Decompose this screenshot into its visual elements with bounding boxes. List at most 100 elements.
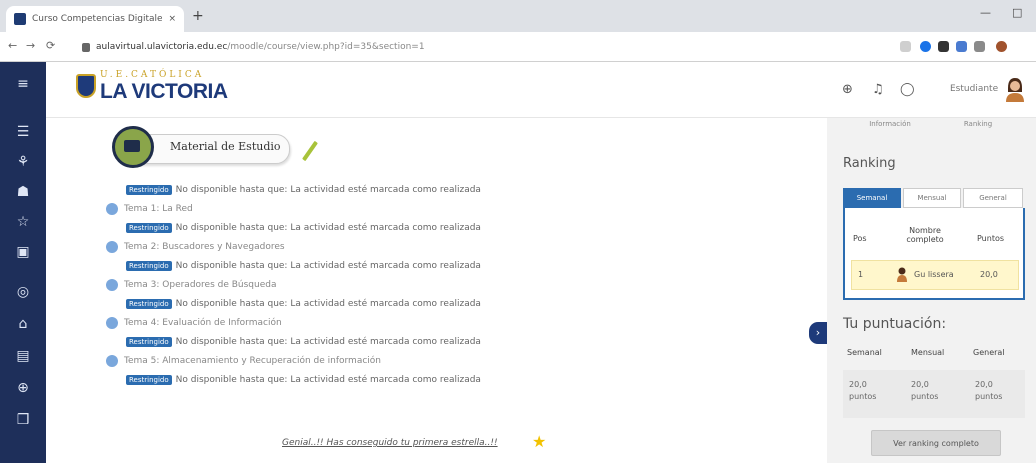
- score-general: 20,0 puntos: [975, 380, 1003, 401]
- restriction-notice: Restringido No disponible hasta que: La a…: [106, 218, 746, 237]
- activity-link[interactable]: Tema 4: Evaluación de Información: [124, 318, 282, 328]
- url-domain: aulavirtual.ulavictoria.edu.ec: [96, 42, 228, 52]
- maximize-icon[interactable]: □: [1012, 6, 1022, 19]
- grades-icon[interactable]: ⚘: [0, 154, 46, 170]
- col-pos: Pos: [853, 234, 867, 243]
- gauge-icon[interactable]: ◎: [0, 284, 46, 300]
- globe-icon[interactable]: ⊕: [842, 82, 853, 97]
- tab-mensual[interactable]: Mensual: [903, 188, 961, 208]
- score-monthly: 20,0 puntos: [911, 380, 939, 401]
- tab-semanal[interactable]: Semanal: [843, 188, 901, 208]
- activity-item[interactable]: Tema 3: Operadores de Búsqueda: [106, 275, 746, 294]
- star-icon: ★: [532, 432, 547, 451]
- page-icon: [106, 202, 118, 215]
- bell-icon[interactable]: ♫: [872, 82, 884, 97]
- pencil-icon: [302, 140, 318, 162]
- right-drawer: Información Ranking Ranking Semanal Mens…: [827, 118, 1036, 463]
- page-icon: [106, 354, 118, 367]
- ranking-mini-tab[interactable]: Ranking: [943, 120, 1013, 128]
- address-bar: ← → ⟳ aulavirtual.ulavictoria.edu.ec/moo…: [0, 32, 1036, 62]
- section-header: Material de Estudio: [112, 124, 322, 170]
- restriction-notice: Restringido No disponible hasta que: La a…: [106, 180, 746, 199]
- score-head-general: General: [973, 348, 1005, 357]
- files-icon[interactable]: ❒: [0, 412, 46, 428]
- restriction-notice: Restringido No disponible hasta que: La a…: [106, 332, 746, 351]
- minimize-icon[interactable]: —: [980, 6, 991, 19]
- restricted-badge: Restringido: [126, 336, 172, 347]
- user-name[interactable]: Estudiante: [950, 84, 998, 94]
- avatar: [897, 267, 907, 282]
- col-name: Nombre completo: [906, 226, 944, 244]
- badge-icon[interactable]: ⊕: [0, 380, 46, 396]
- view-full-ranking-button[interactable]: Ver ranking completo: [871, 430, 1001, 456]
- zoom-icon[interactable]: [900, 41, 911, 52]
- back-icon[interactable]: ←: [8, 39, 17, 52]
- browser-tab[interactable]: Curso Competencias Digitales (1... ×: [6, 6, 184, 32]
- logo-title[interactable]: LA VICTORIA: [100, 80, 228, 104]
- activity-link[interactable]: Tema 5: Almacenamiento y Recuperación de…: [124, 356, 381, 366]
- table-row: 1 Gu lissera 20,0: [851, 260, 1019, 290]
- close-tab-icon[interactable]: ×: [168, 14, 176, 24]
- activity-item[interactable]: Tema 2: Buscadores y Navegadores: [106, 237, 746, 256]
- page-icon: [106, 240, 118, 253]
- score-weekly: 20,0 puntos: [849, 380, 877, 401]
- lock-icon: [82, 42, 90, 52]
- restricted-badge: Restringido: [126, 222, 172, 233]
- reload-icon[interactable]: ⟳: [46, 39, 55, 52]
- puzzle-icon[interactable]: [974, 41, 985, 52]
- restricted-badge: Restringido: [126, 260, 172, 271]
- extension-icon[interactable]: [938, 41, 949, 52]
- user-avatar[interactable]: [1004, 76, 1026, 102]
- url-path: /moodle/course/view.php?id=35&section=1: [227, 42, 425, 52]
- restricted-badge: Restringido: [126, 184, 172, 195]
- extension-icon[interactable]: [956, 41, 967, 52]
- restriction-notice: Restringido No disponible hasta que: La a…: [106, 370, 746, 389]
- restriction-notice: Restringido No disponible hasta que: La a…: [106, 256, 746, 275]
- activity-item[interactable]: Tema 4: Evaluación de Información: [106, 313, 746, 332]
- browser-tab-bar: Curso Competencias Digitales (1... × + —…: [0, 0, 1036, 32]
- url-field[interactable]: aulavirtual.ulavictoria.edu.ec/moodle/co…: [82, 37, 882, 57]
- section-title: Material de Estudio: [170, 140, 281, 153]
- group-icon[interactable]: ☗: [0, 184, 46, 200]
- course-content: Material de Estudio Restringido No dispon…: [46, 118, 816, 463]
- row-pos: 1: [858, 270, 864, 279]
- home-icon[interactable]: ⌂: [0, 316, 46, 332]
- book-icon: [112, 126, 154, 168]
- score-values: 20,0 puntos 20,0 puntos 20,0 puntos: [843, 370, 1025, 418]
- site-header: U.E.CATÓLICA LA VICTORIA ⊕ ♫ ◯ Estudiant…: [46, 62, 1036, 118]
- star-icon[interactable]: ☆: [0, 214, 46, 230]
- activity-item[interactable]: Tema 5: Almacenamiento y Recuperación de…: [106, 351, 746, 370]
- activity-link[interactable]: Tema 2: Buscadores y Navegadores: [124, 242, 285, 252]
- profile-icon[interactable]: [996, 41, 1007, 52]
- drawer-toggle-button[interactable]: ›: [809, 322, 827, 344]
- extension-icon[interactable]: [920, 41, 931, 52]
- left-nav-rail: ≡ ☰ ⚘ ☗ ☆ ▣ ◎ ⌂ ▤ ⊕ ❒: [0, 62, 46, 463]
- ranking-tabs: Semanal Mensual General: [843, 188, 1025, 208]
- logo-subtitle: U.E.CATÓLICA: [100, 70, 205, 80]
- list-icon[interactable]: ☰: [0, 124, 46, 140]
- tab-general[interactable]: General: [963, 188, 1023, 208]
- ranking-table: Pos Nombre completo Puntos 1 Gu lissera …: [843, 208, 1025, 300]
- activity-link[interactable]: Tema 1: La Red: [124, 204, 193, 214]
- page-icon: [106, 316, 118, 329]
- score-title: Tu puntuación:: [843, 316, 947, 332]
- restriction-notice: Restringido No disponible hasta que: La a…: [106, 294, 746, 313]
- info-tab[interactable]: Información: [855, 120, 925, 128]
- congrats-message[interactable]: Genial..!! Has conseguido tu primera est…: [282, 438, 498, 448]
- chat-icon[interactable]: ◯: [900, 82, 915, 97]
- activity-item[interactable]: Tema 1: La Red: [106, 199, 746, 218]
- col-points: Puntos: [977, 234, 1005, 243]
- forward-icon[interactable]: →: [26, 39, 35, 52]
- dashboard-icon[interactable]: ▣: [0, 244, 46, 260]
- calendar-icon[interactable]: ▤: [0, 348, 46, 364]
- activity-link[interactable]: Tema 3: Operadores de Búsqueda: [124, 280, 277, 290]
- tab-title: Curso Competencias Digitales (1...: [32, 14, 163, 24]
- restricted-badge: Restringido: [126, 374, 172, 385]
- score-head-weekly: Semanal: [847, 348, 882, 357]
- menu-icon[interactable]: ≡: [0, 76, 46, 92]
- activity-list: Restringido No disponible hasta que: La a…: [106, 180, 746, 389]
- site-favicon-icon: [14, 13, 26, 25]
- new-tab-button[interactable]: +: [192, 8, 204, 24]
- restricted-badge: Restringido: [126, 298, 172, 309]
- score-head-monthly: Mensual: [911, 348, 945, 357]
